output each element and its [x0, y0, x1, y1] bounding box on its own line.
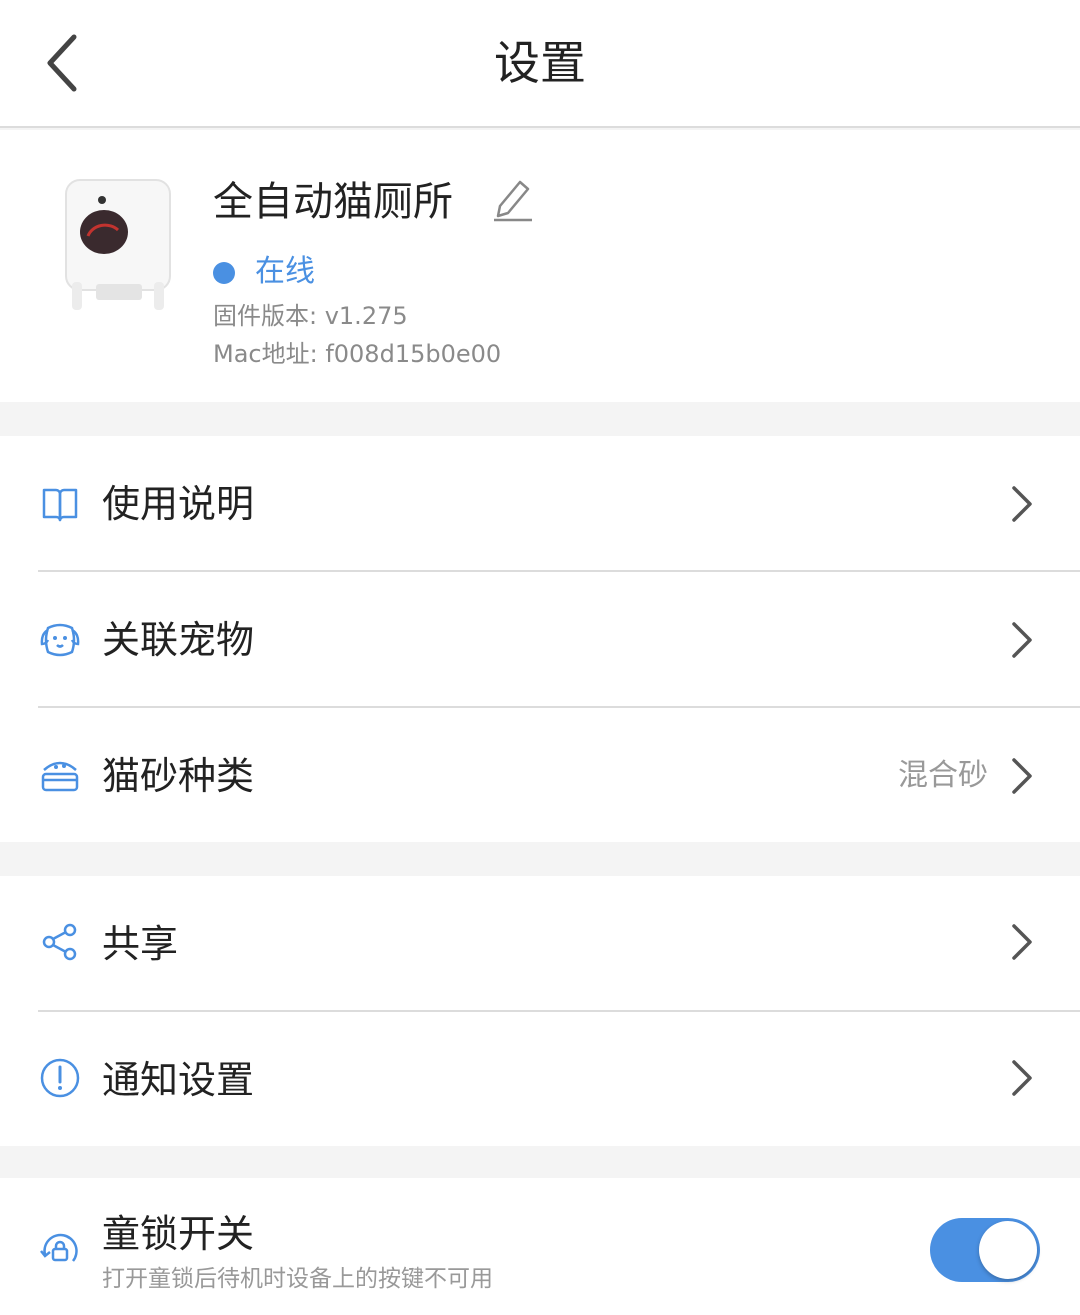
edit-name-button[interactable]	[490, 176, 536, 222]
child-lock-icon	[38, 1228, 82, 1272]
chevron-right-icon	[1012, 758, 1032, 794]
settings-group-2: 共享 通知设置	[0, 876, 1080, 1146]
litter-type-value: 混合砂	[898, 758, 988, 793]
child-lock-description: 打开童锁后待机时设备上的按键不可用	[102, 1266, 493, 1292]
menu-item-litter-type[interactable]: 猫砂种类 混合砂	[0, 708, 1080, 844]
child-lock-row: 童锁开关 打开童锁后待机时设备上的按键不可用	[0, 1178, 1080, 1314]
settings-group-3: 童锁开关 打开童锁后待机时设备上的按键不可用	[0, 1178, 1080, 1315]
online-status-dot	[213, 262, 235, 284]
menu-item-share[interactable]: 共享	[0, 876, 1080, 1012]
chevron-right-icon	[1012, 1060, 1032, 1096]
menu-item-notification-settings[interactable]: 通知设置	[0, 1012, 1080, 1148]
settings-group-1: 使用说明 关联宠物 猫砂种类 混合砂	[0, 436, 1080, 842]
child-lock-label: 童锁开关	[102, 1212, 255, 1256]
menu-item-label: 使用说明	[102, 482, 255, 526]
device-image	[65, 179, 171, 310]
chevron-right-icon	[1012, 486, 1032, 522]
page-title: 设置	[494, 36, 586, 90]
chevron-right-icon	[1012, 924, 1032, 960]
toggle-knob	[979, 1221, 1037, 1279]
menu-item-label: 共享	[102, 922, 179, 966]
mac-address: Mac地址: f008d15b0e00	[213, 340, 502, 368]
top-bar: 设置	[0, 0, 1080, 128]
device-name: 全自动猫厕所	[213, 179, 453, 225]
pencil-icon	[494, 180, 532, 222]
menu-item-linked-pets[interactable]: 关联宠物	[0, 572, 1080, 708]
litter-box-icon	[38, 752, 82, 796]
online-status: 在线	[255, 254, 315, 289]
device-card: 全自动猫厕所 在线 固件版本: v1.275 Mac地址: f008d15b0e…	[0, 130, 1080, 402]
menu-item-manual[interactable]: 使用说明	[0, 436, 1080, 572]
book-icon	[38, 482, 82, 526]
share-icon	[38, 920, 82, 964]
alert-circle-icon	[38, 1056, 82, 1100]
pet-face-icon	[38, 618, 82, 662]
menu-item-label: 关联宠物	[102, 618, 255, 662]
chevron-right-icon	[1012, 622, 1032, 658]
menu-item-label: 通知设置	[102, 1058, 255, 1102]
menu-item-label: 猫砂种类	[102, 754, 255, 798]
child-lock-toggle[interactable]	[930, 1218, 1040, 1282]
firmware-version: 固件版本: v1.275	[213, 302, 408, 330]
